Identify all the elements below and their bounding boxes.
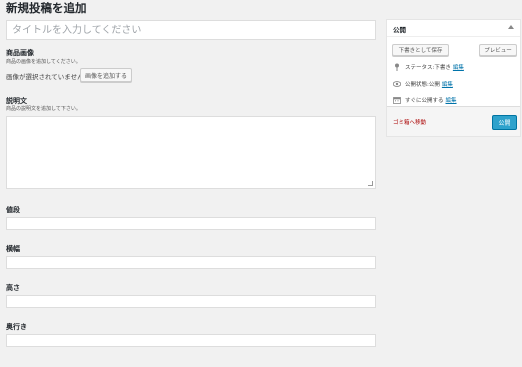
edit-status-link[interactable]: 編集 bbox=[453, 63, 464, 71]
status-row: ステータス: 下書き 編集 bbox=[393, 63, 464, 71]
save-draft-button[interactable]: 下書きとして保存 bbox=[392, 44, 449, 56]
page-title: 新規投稿を追加 bbox=[6, 1, 87, 15]
product-image-description: 商品の画像を追加してください。 bbox=[6, 59, 81, 65]
edit-schedule-link[interactable]: 編集 bbox=[446, 96, 457, 104]
calendar-icon bbox=[393, 96, 401, 104]
height-input[interactable] bbox=[6, 295, 376, 308]
publish-box-footer: ゴミ箱へ移動 公開 bbox=[387, 106, 520, 136]
status-value: 下書き bbox=[434, 65, 451, 71]
width-input[interactable] bbox=[6, 256, 376, 269]
resize-grip-icon[interactable] bbox=[368, 181, 373, 186]
move-to-trash-link[interactable]: ゴミ箱へ移動 bbox=[393, 118, 426, 126]
price-input[interactable] bbox=[6, 217, 376, 230]
publish-box: 公開 下書きとして保存 プレビュー ステータス: 下書き 編集 公開状態: 公開… bbox=[386, 19, 521, 137]
description-textarea[interactable] bbox=[6, 116, 376, 189]
title-input[interactable] bbox=[6, 20, 376, 40]
product-image-label: 商品画像 bbox=[6, 49, 34, 57]
height-label: 高さ bbox=[6, 284, 20, 292]
description-hint: 商品の説明文を追加して下さい。 bbox=[6, 106, 81, 112]
visibility-row: 公開状態: 公開 編集 bbox=[393, 80, 453, 88]
no-image-status: 画像が選択されていません bbox=[6, 73, 84, 81]
publish-button[interactable]: 公開 bbox=[492, 115, 517, 130]
depth-input[interactable] bbox=[6, 334, 376, 347]
edit-visibility-link[interactable]: 編集 bbox=[442, 80, 453, 88]
add-image-button[interactable]: 画像を追加する bbox=[80, 68, 132, 82]
collapse-arrow-icon[interactable] bbox=[508, 25, 514, 29]
pin-icon bbox=[393, 63, 401, 71]
price-label: 値段 bbox=[6, 206, 20, 214]
depth-label: 奥行き bbox=[6, 323, 27, 331]
preview-button[interactable]: プレビュー bbox=[479, 44, 517, 56]
eye-icon bbox=[393, 80, 401, 88]
publish-box-title: 公開 bbox=[393, 26, 406, 34]
visibility-label: 公開状態: bbox=[405, 82, 429, 88]
schedule-label: すぐに公開する bbox=[405, 98, 444, 104]
schedule-row: すぐに公開する 編集 bbox=[393, 96, 457, 104]
width-label: 横幅 bbox=[6, 245, 20, 253]
visibility-value: 公開 bbox=[428, 82, 440, 88]
publish-box-header[interactable]: 公開 bbox=[387, 20, 520, 37]
status-label: ステータス: bbox=[405, 65, 435, 71]
